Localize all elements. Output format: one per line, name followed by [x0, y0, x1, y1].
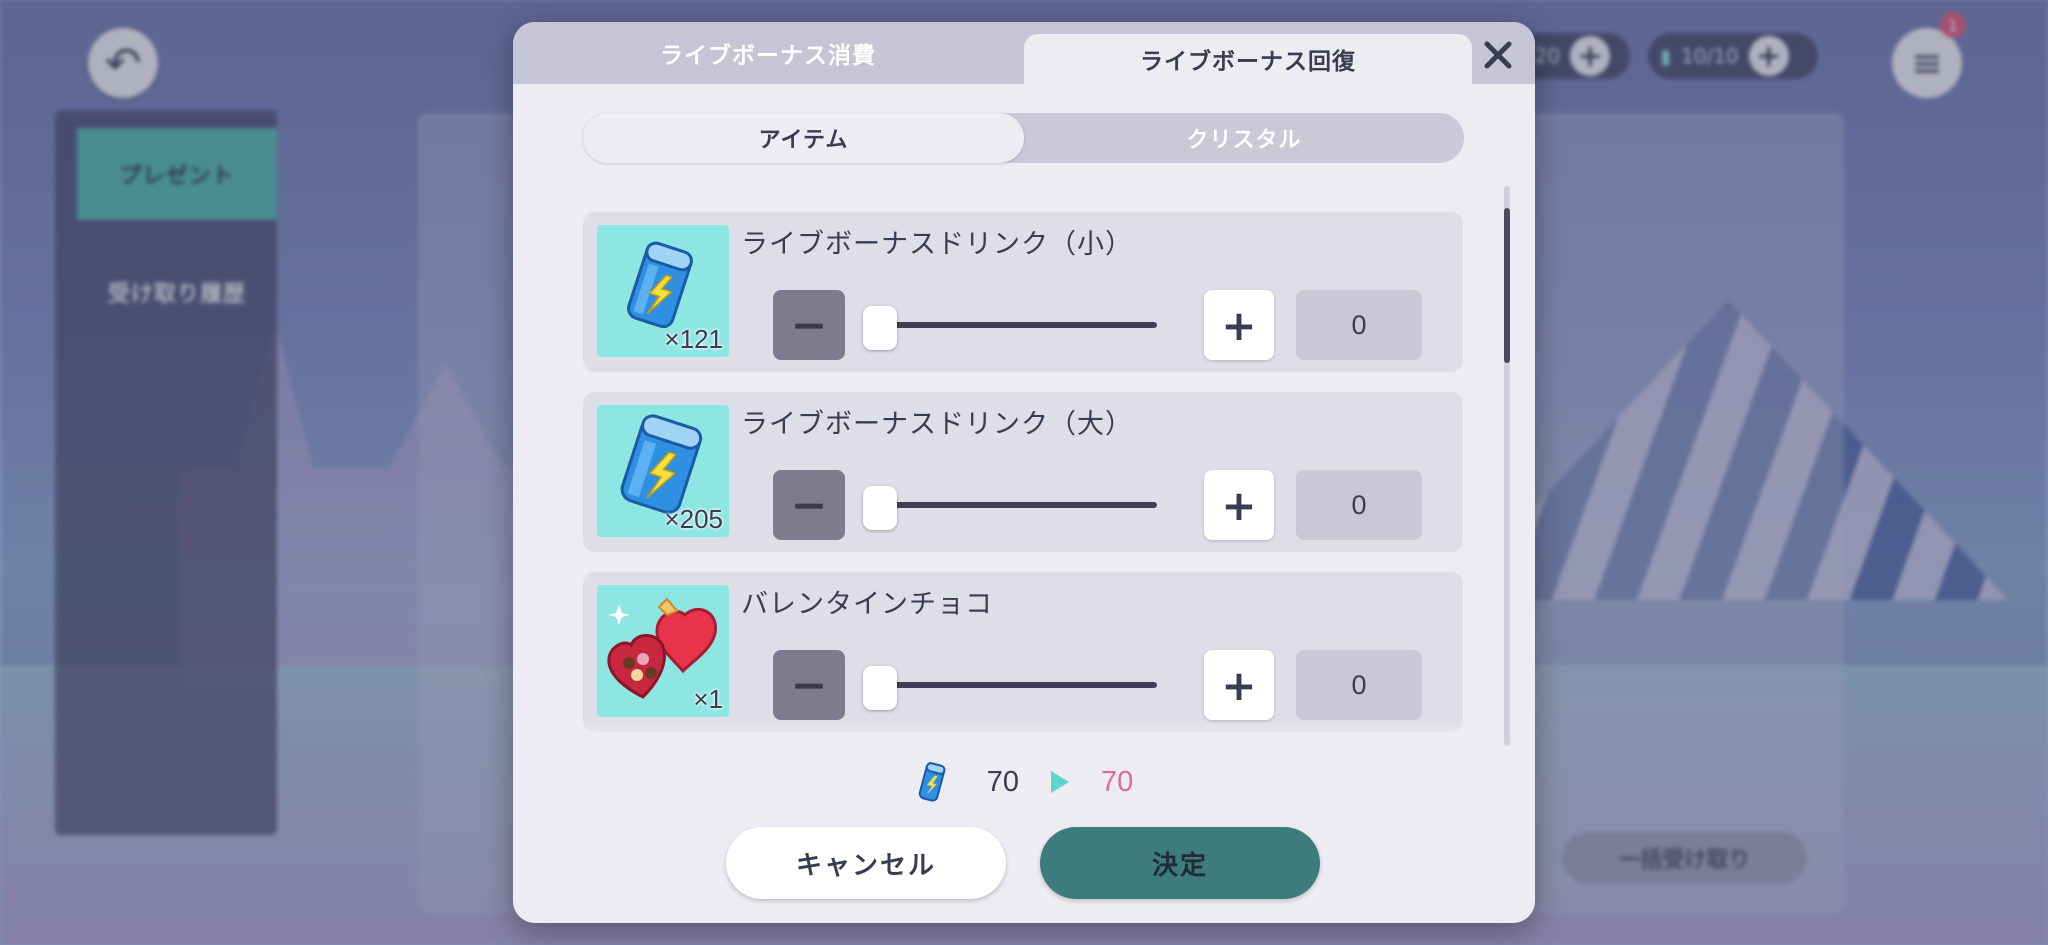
minus-icon: − [790, 479, 828, 531]
quantity-field[interactable]: 0 [1296, 650, 1422, 720]
plus-icon: + [1221, 480, 1257, 530]
live-bonus-current: 70 [986, 765, 1019, 798]
live-bonus-drink-icon [918, 762, 946, 802]
plus-icon: + [1221, 300, 1257, 350]
close-button[interactable] [1473, 30, 1523, 80]
quantity-field[interactable]: 0 [1296, 470, 1422, 540]
item-thumbnail: ×205 [597, 405, 729, 537]
quantity-field[interactable]: 0 [1296, 290, 1422, 360]
close-icon [1484, 41, 1512, 69]
slider-handle[interactable] [863, 306, 897, 350]
item-owned-count: ×205 [664, 504, 723, 534]
item-owned-count: ×121 [664, 324, 723, 354]
live-bonus-dialog: ライブボーナス消費 ライブボーナス回復 アイテム クリスタル ×121 ライブボ… [513, 22, 1535, 923]
item-name: ライブボーナスドリンク（大） [741, 409, 1133, 440]
decrease-quantity-button[interactable]: − [773, 290, 845, 360]
live-bonus-summary: 70 70 [513, 757, 1535, 807]
item-name: バレンタインチョコ [741, 589, 993, 620]
tab-live-bonus-recover[interactable]: ライブボーナス回復 [1024, 34, 1472, 84]
quantity-slider[interactable] [873, 322, 1157, 328]
cancel-button[interactable]: キャンセル [726, 827, 1006, 899]
tab-label: ライブボーナス回復 [1140, 49, 1356, 75]
list-item: ×1 バレンタインチョコ − + 0 [583, 572, 1463, 732]
arrow-right-icon [1051, 771, 1069, 793]
slider-handle[interactable] [863, 486, 897, 530]
item-owned-count: ×1 [693, 684, 723, 714]
item-thumbnail: ×1 [597, 585, 729, 717]
cancel-label: キャンセル [795, 850, 936, 881]
item-thumbnail: ×121 [597, 225, 729, 357]
list-scrollbar[interactable] [1504, 186, 1510, 746]
decrease-quantity-button[interactable]: − [773, 650, 845, 720]
segment-label: アイテム [758, 128, 849, 153]
quantity-slider[interactable] [873, 682, 1157, 688]
item-name: ライブボーナスドリンク（小） [741, 229, 1133, 260]
increase-quantity-button[interactable]: + [1204, 470, 1274, 540]
segment-label: クリスタル [1186, 128, 1302, 153]
segment-crystal[interactable]: クリスタル [1024, 113, 1464, 163]
tab-label: ライブボーナス消費 [660, 43, 876, 69]
list-item: ×205 ライブボーナスドリンク（大） − + 0 [583, 392, 1463, 552]
plus-icon: + [1221, 660, 1257, 710]
scrollbar-thumb[interactable] [1504, 208, 1510, 363]
minus-icon: − [790, 659, 828, 711]
increase-quantity-button[interactable]: + [1204, 650, 1274, 720]
increase-quantity-button[interactable]: + [1204, 290, 1274, 360]
decrease-quantity-button[interactable]: − [773, 470, 845, 540]
tab-live-bonus-consume[interactable]: ライブボーナス消費 [513, 22, 1023, 84]
item-type-segmented-control: アイテム クリスタル [583, 113, 1464, 163]
item-list[interactable]: ×121 ライブボーナスドリンク（小） − + 0 ×205 ライブボーナスドリ… [583, 212, 1467, 740]
slider-handle[interactable] [863, 666, 897, 710]
dialog-tab-bar: ライブボーナス消費 ライブボーナス回復 [513, 22, 1535, 84]
live-bonus-after: 70 [1101, 765, 1134, 798]
confirm-button[interactable]: 決定 [1040, 827, 1320, 899]
minus-icon: − [790, 299, 828, 351]
segment-items[interactable]: アイテム [583, 113, 1024, 163]
quantity-slider[interactable] [873, 502, 1157, 508]
confirm-label: 決定 [1151, 850, 1208, 881]
list-item: ×121 ライブボーナスドリンク（小） − + 0 [583, 212, 1463, 372]
list-fade-overlay [583, 720, 1467, 740]
